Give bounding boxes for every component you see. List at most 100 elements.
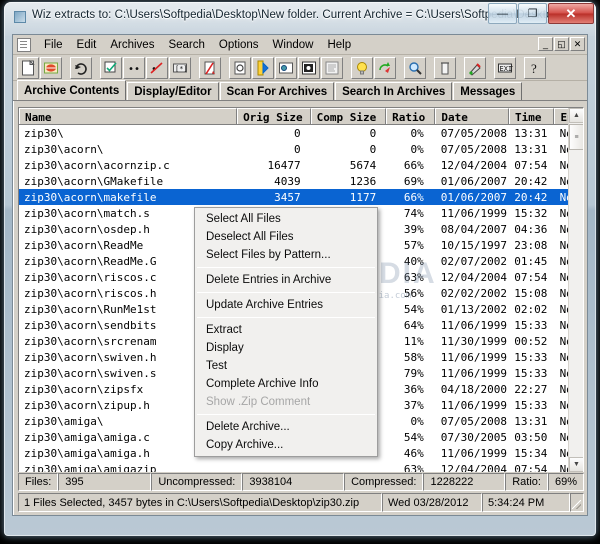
context-menu-item-copy-archive[interactable]: Copy Archive...: [195, 436, 377, 454]
mdi-close-button[interactable]: ✕: [570, 37, 585, 51]
zip-comment-button[interactable]: [351, 56, 373, 79]
cell-name: zip30\acorn\: [24, 142, 104, 156]
table-row[interactable]: zip30\acorn\acornzip.c 16477 5674 66% 12/04/…: [19, 157, 583, 173]
pattern-select-button[interactable]: [*]: [169, 56, 191, 79]
context-menu-item-update-archive-entries[interactable]: Update Archive Entries: [195, 296, 377, 314]
tab-search-in-archives[interactable]: Search In Archives: [335, 82, 453, 100]
cell-ratio: 66%: [403, 190, 424, 204]
menu-help[interactable]: Help: [320, 37, 358, 53]
display-button[interactable]: [275, 56, 297, 79]
cell-orig-size: 3457: [274, 190, 301, 204]
menu-window[interactable]: Window: [266, 37, 321, 53]
exit-button[interactable]: EXIT: [494, 56, 516, 79]
cell-time: 15:34: [514, 446, 548, 460]
extract-button[interactable]: [252, 56, 274, 79]
context-menu-item-select-all-files[interactable]: Select All Files: [195, 210, 377, 228]
context-menu-separator: [197, 292, 375, 293]
column-header-name[interactable]: Name: [19, 108, 238, 124]
column-header-ratio[interactable]: Ratio: [386, 108, 436, 124]
table-row[interactable]: zip30\ 0 0 0% 07/05/2008 13:31 No: [19, 125, 583, 141]
context-menu[interactable]: Select All Files Deselect All Files Select…: [194, 207, 378, 457]
context-menu-item-complete-archive-info[interactable]: Complete Archive Info: [195, 375, 377, 393]
cell-ratio: 74%: [403, 206, 424, 220]
cell-date: 07/05/2008: [440, 414, 508, 428]
mdi-restore-button[interactable]: ◱: [554, 37, 569, 51]
cell-time: 20:42: [514, 174, 548, 188]
context-menu-item-delete-archive[interactable]: Delete Archive...: [195, 418, 377, 436]
cell-ratio: 0%: [410, 142, 424, 156]
vertical-scrollbar[interactable]: ▲ ≡ ▼: [568, 108, 583, 472]
cell-ratio: 57%: [403, 238, 424, 252]
context-menu-item-display[interactable]: Display: [195, 339, 377, 357]
open-archive-button[interactable]: [40, 56, 62, 79]
context-menu-item-extract[interactable]: Extract: [195, 321, 377, 339]
menu-archives[interactable]: Archives: [103, 37, 161, 53]
toolbar-separator: [427, 57, 434, 79]
app-icon: [14, 11, 26, 23]
mdi-caption-buttons: _ ◱ ✕: [538, 37, 585, 51]
table-row[interactable]: zip30\acorn\ 0 0 0% 07/05/2008 13:31 No: [19, 141, 583, 157]
delete-entries-button[interactable]: [199, 56, 221, 79]
deselect-all-button[interactable]: •: [146, 56, 168, 79]
cell-time: 15:08: [514, 286, 548, 300]
column-header-orig-size[interactable]: Orig Size: [237, 108, 311, 124]
tab-display-editor[interactable]: Display/Editor: [127, 82, 219, 100]
title-bar[interactable]: Wiz extracts to: C:\Users\Softpedia\Desk…: [4, 2, 596, 32]
cell-date: 11/30/1999: [440, 334, 508, 348]
close-button[interactable]: ✕: [548, 3, 594, 24]
ratio-label: Ratio:: [505, 472, 548, 491]
refresh-button[interactable]: [70, 56, 92, 79]
column-header-label: Time: [514, 110, 542, 124]
scroll-up-button[interactable]: ▲: [569, 108, 583, 123]
wizard-button[interactable]: [464, 56, 486, 79]
table-row[interactable]: zip30\acorn\GMakefile 4039 1236 69% 01/06/20…: [19, 173, 583, 189]
table-row[interactable]: zip30\acorn\makefile 3457 1177 66% 01/06/200…: [19, 189, 583, 205]
archive-info-button[interactable]: [321, 56, 343, 79]
vertical-scroll-thumb[interactable]: ≡: [569, 124, 583, 150]
column-header-time[interactable]: Time: [508, 108, 555, 124]
toolbar-separator: [222, 57, 229, 79]
new-archive-button[interactable]: [17, 56, 39, 79]
delete-archive-button[interactable]: [434, 56, 456, 79]
cell-ratio: 79%: [403, 366, 424, 380]
cell-time: 22:27: [514, 382, 548, 396]
column-header-date[interactable]: Date: [435, 108, 509, 124]
test-button[interactable]: [298, 56, 320, 79]
minimize-button[interactable]: —: [488, 3, 517, 24]
menu-options[interactable]: Options: [212, 37, 266, 53]
cell-time: 15:32: [514, 206, 548, 220]
context-menu-item-deselect-all-files[interactable]: Deselect All Files: [195, 228, 377, 246]
context-menu-item-select-files-by-pattern[interactable]: Select Files by Pattern...: [195, 246, 377, 264]
tab-messages[interactable]: Messages: [453, 82, 523, 100]
select-files-button[interactable]: [100, 56, 122, 79]
context-menu-item-show-zip-comment: Show .Zip Comment: [206, 396, 311, 408]
cell-time: 07:54: [514, 270, 548, 284]
column-header-comp-size[interactable]: Comp Size: [310, 108, 387, 124]
cell-date: 07/05/2008: [440, 142, 508, 156]
context-menu-item-test[interactable]: Test: [195, 357, 377, 375]
context-menu-item-delete-entries-in-archive[interactable]: Delete Entries in Archive: [195, 271, 377, 289]
cell-ratio: 66%: [403, 158, 424, 172]
menu-edit[interactable]: Edit: [70, 37, 104, 53]
tab-scan-for-archives[interactable]: Scan For Archives: [219, 82, 335, 100]
update-entries-button[interactable]: [229, 56, 251, 79]
menu-search[interactable]: Search: [161, 37, 211, 53]
tab-archive-contents[interactable]: Archive Contents: [17, 80, 127, 100]
menu-file[interactable]: File: [37, 37, 70, 53]
cell-date: 08/04/2007: [440, 222, 508, 236]
search-button[interactable]: [404, 56, 426, 79]
table-row[interactable]: zip30\amiga\amigazip 63% 12/04/2004 07:54 No: [19, 461, 583, 473]
pattern-select-icon: [*]: [173, 63, 188, 73]
select-all-button[interactable]: ••: [123, 56, 145, 79]
help-button[interactable]: ?: [524, 56, 546, 79]
scroll-down-button[interactable]: ▼: [569, 457, 583, 472]
cell-time: 02:02: [514, 302, 548, 316]
application-window: Wiz extracts to: C:\Users\Softpedia\Desk…: [4, 2, 596, 536]
mdi-minimize-button[interactable]: _: [538, 37, 553, 51]
close-icon: ✕: [565, 5, 577, 21]
resize-grip[interactable]: [570, 493, 584, 512]
cell-ratio: 54%: [403, 430, 424, 444]
cell-ratio: 46%: [403, 446, 424, 460]
copy-archive-button[interactable]: [374, 56, 396, 79]
maximize-button[interactable]: ❐: [518, 3, 547, 24]
